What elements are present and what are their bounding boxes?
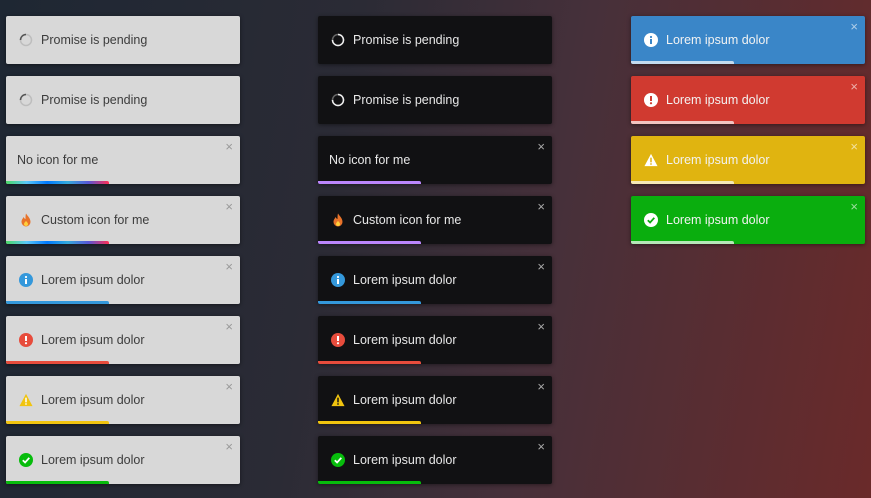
close-icon[interactable]: × [225, 140, 233, 153]
progress-bar [631, 241, 734, 244]
toast-message: Lorem ipsum dolor [41, 393, 145, 407]
toast-message: Lorem ipsum dolor [353, 393, 457, 407]
fire-icon [19, 213, 33, 227]
progress-bar [631, 121, 734, 124]
close-icon[interactable]: × [225, 320, 233, 333]
spinner-icon [331, 33, 345, 47]
toast-dark-pending-1[interactable]: Promise is pending [318, 16, 552, 64]
toast-light-pending-2[interactable]: Promise is pending [6, 76, 240, 124]
toast-message: Promise is pending [41, 33, 148, 47]
toast-dark-pending-2[interactable]: Promise is pending [318, 76, 552, 124]
toast-message: Lorem ipsum dolor [666, 33, 770, 47]
toast-message: Lorem ipsum dolor [666, 93, 770, 107]
toast-message: Lorem ipsum dolor [666, 153, 770, 167]
progress-bar [6, 421, 109, 424]
toast-message: Lorem ipsum dolor [41, 333, 145, 347]
close-icon[interactable]: × [537, 260, 545, 273]
toast-dark-no-icon[interactable]: No icon for me × [318, 136, 552, 184]
toast-light-info[interactable]: Lorem ipsum dolor × [6, 256, 240, 304]
progress-bar [631, 61, 734, 64]
toast-message: No icon for me [17, 153, 99, 167]
success-icon [331, 453, 345, 467]
toast-message: Lorem ipsum dolor [41, 453, 145, 467]
success-icon [19, 453, 33, 467]
toast-dark-error[interactable]: Lorem ipsum dolor × [318, 316, 552, 364]
spinner-icon [19, 93, 33, 107]
toast-light-warning[interactable]: Lorem ipsum dolor × [6, 376, 240, 424]
close-icon[interactable]: × [225, 200, 233, 213]
toast-dark-info[interactable]: Lorem ipsum dolor × [318, 256, 552, 304]
close-icon[interactable]: × [537, 380, 545, 393]
toast-light-pending-1[interactable]: Promise is pending [6, 16, 240, 64]
close-icon[interactable]: × [225, 260, 233, 273]
warning-icon [331, 393, 345, 407]
toast-dark-success[interactable]: Lorem ipsum dolor × [318, 436, 552, 484]
close-icon[interactable]: × [850, 140, 858, 153]
info-icon [331, 273, 345, 287]
toast-message: No icon for me [329, 153, 411, 167]
toast-message: Promise is pending [353, 33, 460, 47]
toast-colored-info[interactable]: Lorem ipsum dolor × [631, 16, 865, 64]
close-icon[interactable]: × [225, 380, 233, 393]
close-icon[interactable]: × [225, 440, 233, 453]
toast-message: Custom icon for me [41, 213, 150, 227]
toast-colored-warning[interactable]: Lorem ipsum dolor × [631, 136, 865, 184]
close-icon[interactable]: × [850, 80, 858, 93]
toast-message: Promise is pending [41, 93, 148, 107]
spinner-icon [331, 93, 345, 107]
toast-message: Lorem ipsum dolor [666, 213, 770, 227]
fire-icon [331, 213, 345, 227]
toast-message: Lorem ipsum dolor [353, 273, 457, 287]
progress-bar [6, 181, 109, 184]
info-icon [644, 33, 658, 47]
progress-bar [318, 481, 421, 484]
toast-light-custom-icon[interactable]: Custom icon for me × [6, 196, 240, 244]
info-icon [19, 273, 33, 287]
success-icon [644, 213, 658, 227]
toast-colored-error[interactable]: Lorem ipsum dolor × [631, 76, 865, 124]
spinner-icon [19, 33, 33, 47]
toast-message: Custom icon for me [353, 213, 462, 227]
toast-message: Lorem ipsum dolor [353, 333, 457, 347]
error-icon [19, 333, 33, 347]
close-icon[interactable]: × [537, 200, 545, 213]
toast-light-success[interactable]: Lorem ipsum dolor × [6, 436, 240, 484]
close-icon[interactable]: × [850, 200, 858, 213]
toast-message: Lorem ipsum dolor [353, 453, 457, 467]
progress-bar [318, 241, 421, 244]
error-icon [331, 333, 345, 347]
progress-bar [318, 421, 421, 424]
toast-message: Promise is pending [353, 93, 460, 107]
toast-dark-warning[interactable]: Lorem ipsum dolor × [318, 376, 552, 424]
toast-colored-success[interactable]: Lorem ipsum dolor × [631, 196, 865, 244]
progress-bar [318, 181, 421, 184]
toast-light-no-icon[interactable]: No icon for me × [6, 136, 240, 184]
close-icon[interactable]: × [850, 20, 858, 33]
progress-bar [318, 361, 421, 364]
toast-light-error[interactable]: Lorem ipsum dolor × [6, 316, 240, 364]
progress-bar [318, 301, 421, 304]
toast-dark-custom-icon[interactable]: Custom icon for me × [318, 196, 552, 244]
close-icon[interactable]: × [537, 140, 545, 153]
progress-bar [6, 361, 109, 364]
progress-bar [6, 301, 109, 304]
close-icon[interactable]: × [537, 320, 545, 333]
progress-bar [6, 241, 109, 244]
progress-bar [6, 481, 109, 484]
toast-message: Lorem ipsum dolor [41, 273, 145, 287]
warning-icon [644, 153, 658, 167]
error-icon [644, 93, 658, 107]
warning-icon [19, 393, 33, 407]
progress-bar [631, 181, 734, 184]
close-icon[interactable]: × [537, 440, 545, 453]
